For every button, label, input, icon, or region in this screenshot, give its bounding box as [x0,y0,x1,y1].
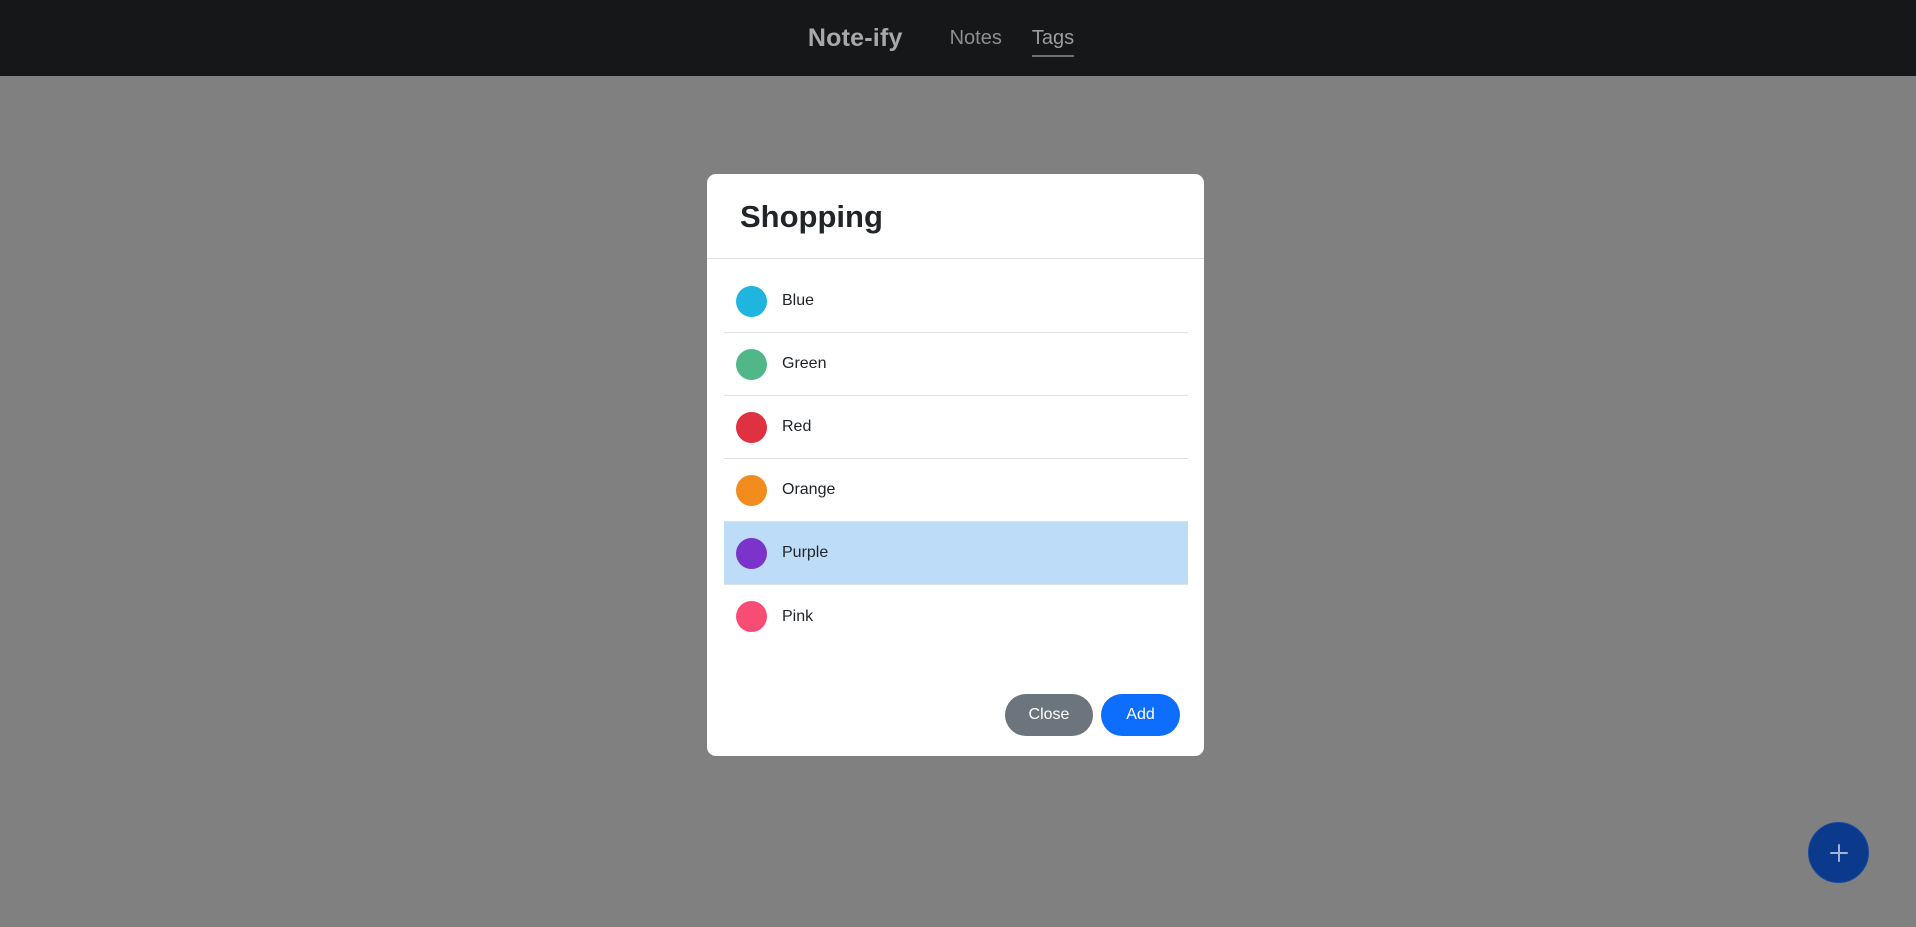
modal-header: Shopping [707,174,1204,259]
modal-title: Shopping [740,199,883,234]
plus-icon [1829,843,1848,862]
modal-footer: Close Add [1005,694,1180,736]
color-label: Red [782,418,812,435]
color-option-purple[interactable]: Purple [724,522,1188,585]
brand-logo[interactable]: Note-ify [808,24,903,53]
navbar-inner: Note-ify Notes Tags [808,19,1104,58]
color-label: Green [782,355,827,372]
nav-link-notes[interactable]: Notes [950,19,1002,58]
color-swatch-purple [736,537,767,569]
color-label: Pink [782,607,814,625]
color-label: Purple [782,544,829,561]
color-label: Blue [782,292,815,309]
color-swatch-blue [736,285,767,317]
close-button[interactable]: Close [1005,694,1093,736]
color-list: Blue Green Red Orange Purple Pink [724,270,1188,648]
color-option-orange[interactable]: Orange [724,459,1188,522]
color-swatch-red [736,411,767,443]
tag-color-modal: Shopping Blue Green Red Orange Purple Pi… [707,174,1204,756]
color-swatch-orange [736,474,767,506]
add-tag-fab-button[interactable] [1808,822,1869,883]
top-navbar: Note-ify Notes Tags [0,0,1916,76]
color-swatch-green [736,348,767,380]
color-label: Orange [782,481,836,498]
color-option-green[interactable]: Green [724,333,1188,396]
color-option-pink[interactable]: Pink [724,585,1188,648]
color-swatch-pink [736,601,767,632]
color-option-blue[interactable]: Blue [724,270,1188,333]
add-button[interactable]: Add [1101,694,1180,736]
nav-link-tags[interactable]: Tags [1031,19,1075,58]
color-option-red[interactable]: Red [724,396,1188,459]
